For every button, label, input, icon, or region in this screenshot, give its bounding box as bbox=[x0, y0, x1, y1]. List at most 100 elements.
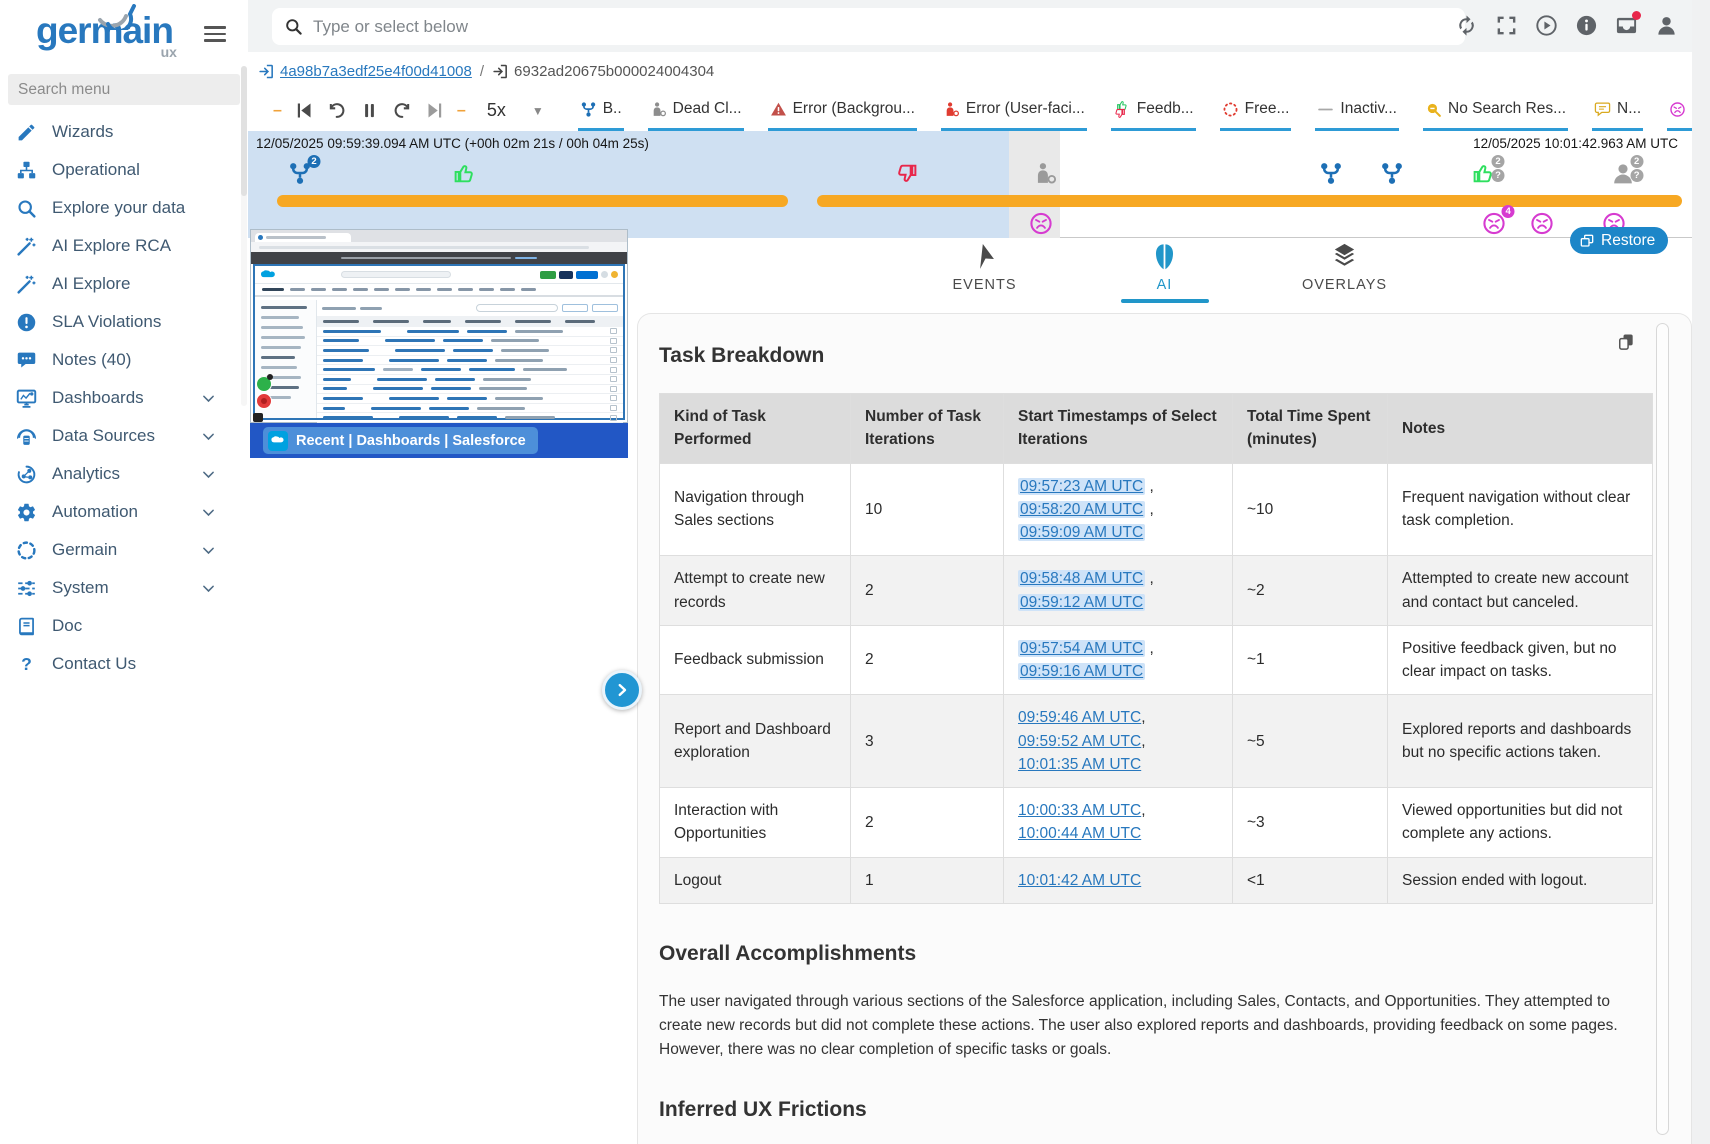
chip-inactivity[interactable]: Inactiv... bbox=[1315, 90, 1399, 131]
breadcrumb-session-link[interactable]: 4a98b7a3edf25e4f00d41008 bbox=[280, 63, 472, 80]
copy-icon[interactable] bbox=[1616, 332, 1636, 352]
rage-icon bbox=[1028, 211, 1053, 236]
sidebar-item-ai-explore-rca[interactable]: AI Explore RCA bbox=[0, 227, 248, 265]
germain-logo[interactable]: germain ux bbox=[36, 8, 173, 54]
session-timeline[interactable]: 12/05/2025 09:59:39.094 AM UTC (+00h 02m… bbox=[248, 131, 1692, 238]
timestamp-link[interactable]: 09:59:16 AM UTC bbox=[1018, 663, 1145, 680]
expand-panel-button[interactable] bbox=[602, 670, 642, 710]
page-scrollbar[interactable] bbox=[1692, 0, 1710, 1144]
sidebar-item-label: Operational bbox=[52, 160, 140, 180]
chip-dead-click[interactable]: Dead Cl... bbox=[648, 90, 744, 131]
timestamp-link[interactable]: 09:59:46 AM UTC bbox=[1018, 709, 1141, 726]
timeline-activity-bar[interactable] bbox=[817, 195, 1682, 207]
timeline-marker-branch[interactable] bbox=[1319, 161, 1344, 191]
restore-window-icon bbox=[1579, 233, 1595, 249]
timeline-marker-thumb-up[interactable]: 2? bbox=[1472, 161, 1497, 191]
chip-branch[interactable]: B.. bbox=[578, 90, 624, 131]
sidebar-search-input[interactable] bbox=[8, 81, 240, 99]
notes-cell: Explored reports and dashboards but no s… bbox=[1388, 695, 1653, 788]
timestamp-link[interactable]: 09:59:09 AM UTC bbox=[1018, 524, 1145, 541]
sidebar-item-wizards[interactable]: Wizards bbox=[0, 113, 248, 151]
speed-select[interactable]: 5x ▼ bbox=[487, 100, 544, 121]
restore-button[interactable]: Restore bbox=[1570, 227, 1668, 254]
analytics-icon bbox=[16, 464, 37, 485]
sidebar-item-germain[interactable]: Germain bbox=[0, 531, 248, 569]
skip-to-end-button[interactable] bbox=[425, 100, 446, 121]
sidebar-item-system[interactable]: System bbox=[0, 569, 248, 607]
chip-note[interactable]: N... bbox=[1592, 90, 1643, 131]
chip-warning[interactable]: Error (Backgrou... bbox=[768, 90, 917, 131]
timestamp-link[interactable]: 09:57:23 AM UTC bbox=[1018, 478, 1145, 495]
rage-icon bbox=[1669, 101, 1686, 118]
info-filled-icon[interactable] bbox=[1575, 14, 1598, 37]
timestamp-link[interactable]: 10:00:33 AM UTC bbox=[1018, 802, 1141, 819]
hamburger-menu-icon[interactable] bbox=[204, 22, 226, 46]
play-circle-icon[interactable] bbox=[1535, 14, 1558, 37]
sidebar-item-operational[interactable]: Operational bbox=[0, 151, 248, 189]
chip-feedback[interactable]: Feedb... bbox=[1111, 90, 1196, 131]
sidebar-item-ai-explore[interactable]: AI Explore bbox=[0, 265, 248, 303]
timestamp-link[interactable]: 09:58:20 AM UTC bbox=[1018, 501, 1145, 518]
timestamp-link[interactable]: 10:00:44 AM UTC bbox=[1018, 825, 1141, 842]
timeline-marker-branch[interactable]: 2 bbox=[287, 161, 312, 191]
sidebar-search[interactable] bbox=[8, 74, 240, 105]
iterations-cell: 2 bbox=[851, 788, 1004, 858]
timeline-marker-thumb-down[interactable] bbox=[894, 161, 919, 191]
inbox-icon[interactable] bbox=[1615, 14, 1638, 37]
sidebar-item-doc[interactable]: Doc bbox=[0, 607, 248, 645]
breadcrumb: 4a98b7a3edf25e4f00d41008 / 6932ad20675b0… bbox=[258, 52, 714, 90]
timestamp-link[interactable]: 10:01:42 AM UTC bbox=[1018, 872, 1141, 889]
ai-panel: Task Breakdown Kind of Task PerformedNum… bbox=[637, 313, 1692, 1144]
timestamps-cell: 09:58:48 AM UTC ,09:59:12 AM UTC bbox=[1004, 556, 1233, 626]
sidebar-item-contact-us[interactable]: ?Contact Us bbox=[0, 645, 248, 683]
page-caption[interactable]: Recent | Dashboards | Salesforce bbox=[263, 427, 538, 454]
timeline-marker-branch[interactable] bbox=[1379, 161, 1404, 191]
event-filter-chips: B.. Dead Cl... Error (Backgrou... Error (Us… bbox=[578, 90, 1710, 131]
global-search[interactable] bbox=[272, 8, 1465, 45]
time-cell: ~10 bbox=[1233, 463, 1388, 556]
timestamp-link[interactable]: 09:58:48 AM UTC bbox=[1018, 570, 1145, 587]
tab-overlays[interactable]: OVERLAYS bbox=[1286, 241, 1404, 303]
fullscreen-icon[interactable] bbox=[1495, 14, 1518, 37]
tab-events[interactable]: EVENTS bbox=[926, 241, 1044, 303]
sidebar-item-notes-40-[interactable]: Notes (40) bbox=[0, 341, 248, 379]
replay-viewport[interactable]: Recent | Dashboards | Salesforce bbox=[250, 229, 628, 458]
tab-active-indicator bbox=[1121, 299, 1209, 303]
chip-dead-click[interactable]: Error (User-faci... bbox=[941, 90, 1087, 131]
sidebar-item-automation[interactable]: Automation bbox=[0, 493, 248, 531]
rewind-button[interactable] bbox=[326, 100, 347, 121]
timeline-marker-dead-click[interactable] bbox=[1033, 161, 1058, 191]
global-search-input[interactable] bbox=[313, 17, 1453, 37]
timestamp-link[interactable]: 09:57:54 AM UTC bbox=[1018, 640, 1145, 657]
sidebar-item-data-sources[interactable]: Data Sources bbox=[0, 417, 248, 455]
replay-screenshot[interactable] bbox=[250, 229, 628, 423]
sidebar-scrollbar[interactable] bbox=[241, 66, 247, 406]
sidebar-nav: WizardsOperationalExplore your dataAI Ex… bbox=[0, 113, 248, 683]
sidebar-item-explore-your-data[interactable]: Explore your data bbox=[0, 189, 248, 227]
timeline-marker-rage[interactable]: 4 bbox=[1482, 211, 1507, 241]
pause-button[interactable] bbox=[359, 100, 380, 121]
timestamp-link[interactable]: 09:59:52 AM UTC bbox=[1018, 733, 1141, 750]
chip-freeze[interactable]: Free... bbox=[1220, 90, 1292, 131]
refresh-icon[interactable] bbox=[1455, 14, 1478, 37]
sidebar-item-label: Notes (40) bbox=[52, 350, 131, 370]
person-icon[interactable] bbox=[1655, 14, 1678, 37]
skip-to-start-button[interactable] bbox=[293, 100, 314, 121]
timestamp-link[interactable]: 10:01:35 AM UTC bbox=[1018, 756, 1141, 773]
timeline-marker-thumb-up[interactable] bbox=[452, 161, 477, 191]
tab-ai[interactable]: AI bbox=[1106, 241, 1224, 303]
sidebar-item-dashboards[interactable]: Dashboards bbox=[0, 379, 248, 417]
chip-no-search[interactable]: No Search Res... bbox=[1423, 90, 1568, 131]
time-cell: ~3 bbox=[1233, 788, 1388, 858]
trim-end-handle[interactable]: – bbox=[452, 102, 471, 120]
panel-scrollbar[interactable] bbox=[1656, 323, 1669, 1135]
sidebar-item-analytics[interactable]: Analytics bbox=[0, 455, 248, 493]
trim-start-handle[interactable]: – bbox=[268, 102, 287, 120]
timeline-activity-bar[interactable] bbox=[277, 195, 788, 207]
timeline-marker-rage[interactable] bbox=[1028, 211, 1053, 241]
sidebar-item-sla-violations[interactable]: SLA Violations bbox=[0, 303, 248, 341]
timestamp-link[interactable]: 09:59:12 AM UTC bbox=[1018, 594, 1145, 611]
timeline-marker-rage[interactable] bbox=[1529, 211, 1554, 241]
forward-button[interactable] bbox=[392, 100, 413, 121]
timeline-marker-person[interactable]: 2? bbox=[1610, 161, 1635, 191]
